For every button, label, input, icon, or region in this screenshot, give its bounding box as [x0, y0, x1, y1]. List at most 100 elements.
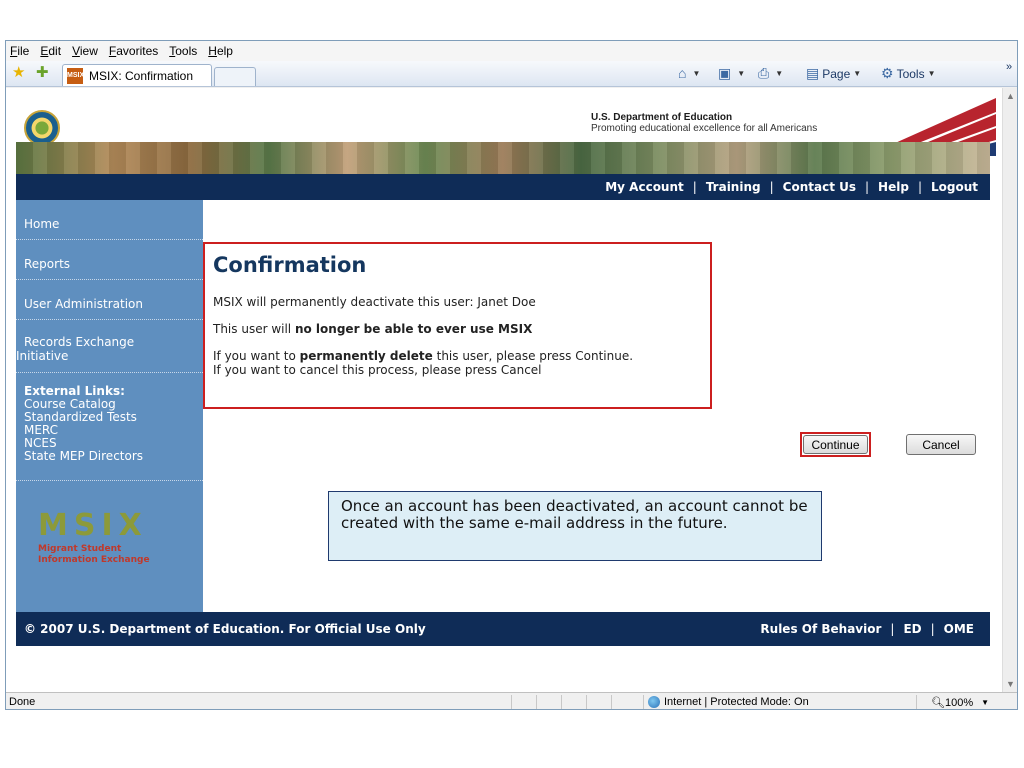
page-icon: ▤: [806, 65, 820, 81]
chevron-down-icon: ▼: [692, 68, 701, 78]
nav-contact-us[interactable]: Contact Us: [783, 180, 856, 194]
continue-button[interactable]: Continue: [803, 435, 868, 454]
tools-menu-label: Tools: [896, 66, 925, 81]
nav-my-account[interactable]: My Account: [605, 180, 684, 194]
status-pane-divider: [916, 695, 917, 709]
msix-logo-line-1: Migrant Student: [38, 544, 122, 554]
sidebar-item-records-exchange[interactable]: Records Exchange Initiative: [16, 320, 203, 373]
site-footer: © 2007 U.S. Department of Education. For…: [16, 612, 990, 646]
more-commands-chevron[interactable]: »: [1006, 61, 1012, 73]
menu-tools[interactable]: Tools: [169, 44, 197, 58]
security-zone-label: Internet | Protected Mode: On: [664, 696, 809, 708]
chevron-down-icon: ▼: [927, 69, 936, 78]
tools-menu-button[interactable]: ⚙ Tools ▼: [881, 65, 936, 82]
status-pane-divider: [643, 695, 644, 709]
external-links: External Links: Course Catalog Standardi…: [16, 373, 203, 481]
nav-separator: |: [692, 180, 697, 194]
status-pane-divider: [511, 695, 512, 709]
menu-file[interactable]: File: [10, 44, 29, 58]
menu-edit[interactable]: Edit: [40, 44, 61, 58]
deactivate-message: MSIX will permanently deactivate this us…: [213, 295, 536, 309]
status-pane-divider: [611, 695, 612, 709]
scroll-up-icon[interactable]: ▲: [1006, 91, 1015, 101]
link-state-mep-directors[interactable]: State MEP Directors: [24, 450, 203, 463]
nav-separator: |: [865, 180, 870, 194]
nav-logout[interactable]: Logout: [931, 180, 978, 194]
department-title: U.S. Department of Education Promoting e…: [591, 112, 817, 134]
cancel-instruction: If you want to cancel this process, plea…: [213, 363, 542, 377]
security-zone[interactable]: Internet | Protected Mode: On: [648, 696, 809, 708]
tab-title: MSIX: Confirmation: [89, 68, 194, 83]
records-line-1: Records Exchange: [24, 335, 135, 349]
continue-highlight: Continue: [800, 432, 871, 457]
status-text: Done: [9, 696, 36, 708]
menu-bar: File Edit View Favorites Tools Help: [6, 41, 1017, 61]
site-header: U.S. Department of Education Promoting e…: [16, 88, 996, 174]
nav-separator: |: [917, 180, 922, 194]
instruction-bold: permanently delete: [299, 349, 433, 363]
main-content: Confirmation MSIX will permanently deact…: [203, 200, 990, 612]
cancel-button[interactable]: Cancel: [906, 434, 976, 455]
department-tagline: Promoting educational excellence for all…: [591, 123, 818, 134]
msix-logo: MSIX Migrant Student Information Exchang…: [38, 508, 178, 570]
page-menu-label: Page: [822, 66, 851, 81]
footer-rules-of-behavior[interactable]: Rules Of Behavior: [760, 622, 881, 636]
status-pane-divider: [561, 695, 562, 709]
msix-site: U.S. Department of Education Promoting e…: [16, 88, 996, 692]
globe-icon: [648, 696, 660, 708]
menu-view[interactable]: View: [72, 44, 98, 58]
sidebar-item-user-administration[interactable]: User Administration: [16, 280, 203, 320]
gear-icon: ⚙: [881, 65, 894, 81]
status-pane-divider: [536, 695, 537, 709]
instruction-suffix: this user, please press Continue.: [432, 349, 634, 363]
browser-window: File Edit View Favorites Tools Help ★ ✚ …: [5, 40, 1018, 710]
footer-separator: |: [890, 622, 895, 636]
warning-message: This user will no longer be able to ever…: [213, 322, 704, 336]
confirmation-box: Confirmation MSIX will permanently deact…: [203, 242, 712, 409]
menu-favorites[interactable]: Favorites: [109, 44, 158, 58]
chevron-down-icon: ▼: [775, 69, 784, 78]
vertical-scrollbar[interactable]: ▲ ▼: [1002, 88, 1017, 692]
zoom-level: 100%: [944, 696, 974, 709]
department-name: U.S. Department of Education: [591, 112, 733, 123]
home-button[interactable]: ⌂ ▼: [678, 65, 700, 81]
records-line-2: Initiative: [16, 349, 69, 363]
top-navigation: My Account | Training | Contact Us | Hel…: [16, 174, 990, 200]
new-tab-button[interactable]: [214, 67, 256, 86]
footer-ome[interactable]: OME: [944, 622, 974, 636]
printer-icon: ⎙: [758, 65, 770, 81]
warning-bold: no longer be able to ever use MSIX: [294, 322, 533, 336]
callout-note: Once an account has been deactivated, an…: [328, 491, 822, 561]
sidebar: Home Reports User Administration Records…: [16, 200, 203, 612]
scroll-down-icon[interactable]: ▼: [1006, 679, 1015, 689]
rss-icon: ▣: [718, 65, 732, 81]
print-button[interactable]: ⎙ ▼: [758, 65, 783, 82]
page-title: Confirmation: [213, 253, 367, 277]
msix-logo-letters: MSIX: [38, 508, 148, 543]
footer-separator: |: [930, 622, 935, 636]
msix-logo-line-2: Information Exchange: [38, 555, 150, 565]
header-photo-strip: [16, 142, 990, 174]
nav-training[interactable]: Training: [706, 180, 761, 194]
chevron-down-icon: ▼: [737, 69, 746, 78]
instructions: If you want to permanently delete this u…: [213, 349, 704, 377]
status-pane-divider: [586, 695, 587, 709]
add-favorites-icon[interactable]: ✚: [36, 65, 52, 81]
favorites-star-icon[interactable]: ★: [12, 65, 28, 81]
footer-ed[interactable]: ED: [903, 622, 921, 636]
tab-msix-confirmation[interactable]: MSIX MSIX: Confirmation: [62, 64, 212, 86]
tab-bar: ★ ✚ MSIX MSIX: Confirmation ⌂ ▼ ▣ ▼ ⎙ ▼ ▤ Pa…: [6, 61, 1017, 87]
sidebar-item-home[interactable]: Home: [16, 200, 203, 240]
nav-separator: |: [769, 180, 774, 194]
zoom-icon: 🔍︎: [931, 697, 945, 709]
department-seal-icon: [24, 110, 60, 146]
status-bar: Done Internet | Protected Mode: On 🔍︎ 10…: [6, 692, 1017, 710]
menu-help[interactable]: Help: [208, 44, 233, 58]
nav-help[interactable]: Help: [878, 180, 909, 194]
feeds-button[interactable]: ▣ ▼: [718, 65, 745, 82]
sidebar-item-reports[interactable]: Reports: [16, 240, 203, 280]
warning-prefix: This user will: [213, 322, 295, 336]
page-menu-button[interactable]: ▤ Page ▼: [806, 65, 861, 82]
chevron-down-icon: ▼: [853, 69, 862, 78]
zoom-control[interactable]: 🔍︎ 100% ▼: [931, 696, 989, 710]
